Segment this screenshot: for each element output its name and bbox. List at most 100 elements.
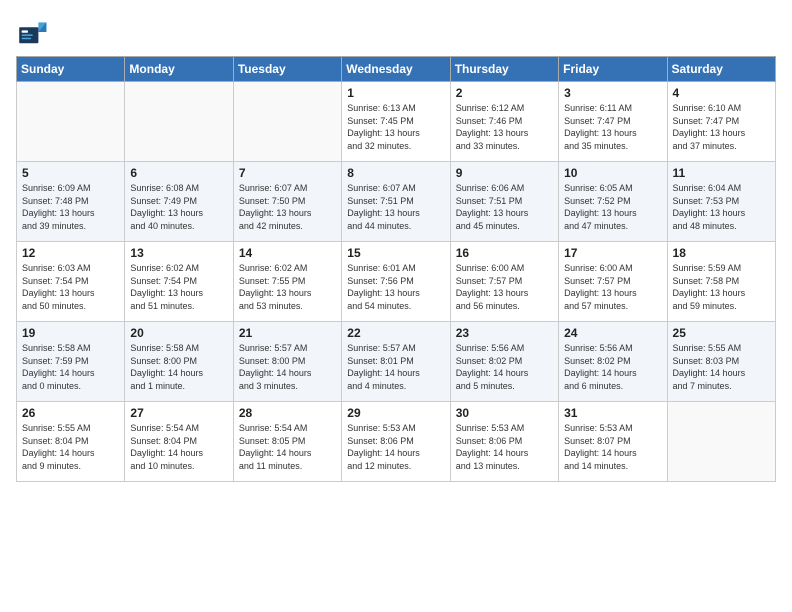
calendar-cell: 17 Sunrise: 6:00 AM Sunset: 7:57 PM Dayli… [559, 242, 667, 322]
day-info: Sunrise: 5:56 AM Sunset: 8:02 PM Dayligh… [456, 342, 553, 392]
day-info: Sunrise: 6:12 AM Sunset: 7:46 PM Dayligh… [456, 102, 553, 152]
page-header [16, 16, 776, 48]
calendar-cell: 11 Sunrise: 6:04 AM Sunset: 7:53 PM Dayli… [667, 162, 775, 242]
day-number: 24 [564, 326, 661, 340]
day-number: 14 [239, 246, 336, 260]
day-number: 11 [673, 166, 770, 180]
day-number: 18 [673, 246, 770, 260]
day-number: 5 [22, 166, 119, 180]
logo [16, 16, 52, 48]
day-info: Sunrise: 6:07 AM Sunset: 7:50 PM Dayligh… [239, 182, 336, 232]
day-header-thursday: Thursday [450, 57, 558, 82]
calendar-cell: 16 Sunrise: 6:00 AM Sunset: 7:57 PM Dayli… [450, 242, 558, 322]
calendar-cell [17, 82, 125, 162]
calendar-header-row: SundayMondayTuesdayWednesdayThursdayFrid… [17, 57, 776, 82]
calendar-cell: 7 Sunrise: 6:07 AM Sunset: 7:50 PM Daylig… [233, 162, 341, 242]
day-info: Sunrise: 6:07 AM Sunset: 7:51 PM Dayligh… [347, 182, 444, 232]
calendar-cell: 22 Sunrise: 5:57 AM Sunset: 8:01 PM Dayli… [342, 322, 450, 402]
calendar-cell: 28Sunrise: 5:54 AM Sunset: 8:05 PM Dayli… [233, 402, 341, 482]
day-info: Sunrise: 6:09 AM Sunset: 7:48 PM Dayligh… [22, 182, 119, 232]
day-info: Sunrise: 5:55 AM Sunset: 8:04 PM Dayligh… [22, 422, 119, 472]
calendar-cell: 19 Sunrise: 5:58 AM Sunset: 7:59 PM Dayli… [17, 322, 125, 402]
day-number: 15 [347, 246, 444, 260]
calendar-cell: 25 Sunrise: 5:55 AM Sunset: 8:03 PM Dayli… [667, 322, 775, 402]
calendar-cell: 30Sunrise: 5:53 AM Sunset: 8:06 PM Dayli… [450, 402, 558, 482]
week-row: 5 Sunrise: 6:09 AM Sunset: 7:48 PM Daylig… [17, 162, 776, 242]
day-number: 27 [130, 406, 227, 420]
day-number: 6 [130, 166, 227, 180]
day-header-wednesday: Wednesday [342, 57, 450, 82]
day-info: Sunrise: 6:04 AM Sunset: 7:53 PM Dayligh… [673, 182, 770, 232]
day-info: Sunrise: 6:11 AM Sunset: 7:47 PM Dayligh… [564, 102, 661, 152]
calendar-cell: 1 Sunrise: 6:13 AM Sunset: 7:45 PM Daylig… [342, 82, 450, 162]
day-info: Sunrise: 6:02 AM Sunset: 7:54 PM Dayligh… [130, 262, 227, 312]
day-number: 16 [456, 246, 553, 260]
day-header-tuesday: Tuesday [233, 57, 341, 82]
day-number: 1 [347, 86, 444, 100]
day-number: 22 [347, 326, 444, 340]
day-info: Sunrise: 6:10 AM Sunset: 7:47 PM Dayligh… [673, 102, 770, 152]
day-info: Sunrise: 6:08 AM Sunset: 7:49 PM Dayligh… [130, 182, 227, 232]
day-number: 2 [456, 86, 553, 100]
week-row: 26 Sunrise: 5:55 AM Sunset: 8:04 PM Dayli… [17, 402, 776, 482]
day-info: Sunrise: 6:03 AM Sunset: 7:54 PM Dayligh… [22, 262, 119, 312]
calendar-cell: 8Sunrise: 6:07 AM Sunset: 7:51 PM Daylig… [342, 162, 450, 242]
day-info: Sunrise: 5:55 AM Sunset: 8:03 PM Dayligh… [673, 342, 770, 392]
logo-icon [16, 16, 48, 48]
calendar-cell: 18 Sunrise: 5:59 AM Sunset: 7:58 PM Dayli… [667, 242, 775, 322]
day-number: 26 [22, 406, 119, 420]
day-info: Sunrise: 5:54 AM Sunset: 8:04 PM Dayligh… [130, 422, 227, 472]
calendar-cell: 29 Sunrise: 5:53 AM Sunset: 8:06 PM Dayli… [342, 402, 450, 482]
calendar-cell: 10 Sunrise: 6:05 AM Sunset: 7:52 PM Dayli… [559, 162, 667, 242]
calendar-cell: 14 Sunrise: 6:02 AM Sunset: 7:55 PM Dayli… [233, 242, 341, 322]
day-number: 10 [564, 166, 661, 180]
calendar-table: SundayMondayTuesdayWednesdayThursdayFrid… [16, 56, 776, 482]
day-number: 7 [239, 166, 336, 180]
calendar-cell: 24 Sunrise: 5:56 AM Sunset: 8:02 PM Dayli… [559, 322, 667, 402]
day-info: Sunrise: 5:57 AM Sunset: 8:01 PM Dayligh… [347, 342, 444, 392]
day-info: Sunrise: 5:57 AM Sunset: 8:00 PM Dayligh… [239, 342, 336, 392]
day-info: Sunrise: 6:06 AM Sunset: 7:51 PM Dayligh… [456, 182, 553, 232]
calendar-cell: 21Sunrise: 5:57 AM Sunset: 8:00 PM Dayli… [233, 322, 341, 402]
calendar-cell: 23 Sunrise: 5:56 AM Sunset: 8:02 PM Dayli… [450, 322, 558, 402]
day-number: 12 [22, 246, 119, 260]
calendar-cell [233, 82, 341, 162]
day-number: 29 [347, 406, 444, 420]
day-number: 25 [673, 326, 770, 340]
calendar-cell: 15 Sunrise: 6:01 AM Sunset: 7:56 PM Dayli… [342, 242, 450, 322]
calendar-cell: 2 Sunrise: 6:12 AM Sunset: 7:46 PM Daylig… [450, 82, 558, 162]
day-info: Sunrise: 6:01 AM Sunset: 7:56 PM Dayligh… [347, 262, 444, 312]
day-header-sunday: Sunday [17, 57, 125, 82]
calendar-cell [125, 82, 233, 162]
calendar-cell: 27 Sunrise: 5:54 AM Sunset: 8:04 PM Dayli… [125, 402, 233, 482]
day-number: 23 [456, 326, 553, 340]
day-info: Sunrise: 6:00 AM Sunset: 7:57 PM Dayligh… [456, 262, 553, 312]
calendar-cell: 5 Sunrise: 6:09 AM Sunset: 7:48 PM Daylig… [17, 162, 125, 242]
day-number: 31 [564, 406, 661, 420]
calendar-cell: 9 Sunrise: 6:06 AM Sunset: 7:51 PM Daylig… [450, 162, 558, 242]
week-row: 12 Sunrise: 6:03 AM Sunset: 7:54 PM Dayli… [17, 242, 776, 322]
day-info: Sunrise: 5:53 AM Sunset: 8:06 PM Dayligh… [456, 422, 553, 472]
day-info: Sunrise: 5:58 AM Sunset: 7:59 PM Dayligh… [22, 342, 119, 392]
day-info: Sunrise: 5:53 AM Sunset: 8:07 PM Dayligh… [564, 422, 661, 472]
day-info: Sunrise: 5:53 AM Sunset: 8:06 PM Dayligh… [347, 422, 444, 472]
day-header-saturday: Saturday [667, 57, 775, 82]
calendar-cell: 4Sunrise: 6:10 AM Sunset: 7:47 PM Daylig… [667, 82, 775, 162]
day-info: Sunrise: 6:00 AM Sunset: 7:57 PM Dayligh… [564, 262, 661, 312]
day-number: 9 [456, 166, 553, 180]
calendar-cell: 3Sunrise: 6:11 AM Sunset: 7:47 PM Daylig… [559, 82, 667, 162]
day-info: Sunrise: 6:05 AM Sunset: 7:52 PM Dayligh… [564, 182, 661, 232]
day-number: 19 [22, 326, 119, 340]
calendar-cell: 13 Sunrise: 6:02 AM Sunset: 7:54 PM Dayli… [125, 242, 233, 322]
day-info: Sunrise: 5:54 AM Sunset: 8:05 PM Dayligh… [239, 422, 336, 472]
calendar-cell: 26 Sunrise: 5:55 AM Sunset: 8:04 PM Dayli… [17, 402, 125, 482]
day-info: Sunrise: 5:59 AM Sunset: 7:58 PM Dayligh… [673, 262, 770, 312]
day-info: Sunrise: 6:13 AM Sunset: 7:45 PM Dayligh… [347, 102, 444, 152]
day-number: 17 [564, 246, 661, 260]
calendar-cell [667, 402, 775, 482]
calendar-cell: 31 Sunrise: 5:53 AM Sunset: 8:07 PM Dayli… [559, 402, 667, 482]
day-info: Sunrise: 5:56 AM Sunset: 8:02 PM Dayligh… [564, 342, 661, 392]
day-header-monday: Monday [125, 57, 233, 82]
day-info: Sunrise: 6:02 AM Sunset: 7:55 PM Dayligh… [239, 262, 336, 312]
day-number: 13 [130, 246, 227, 260]
